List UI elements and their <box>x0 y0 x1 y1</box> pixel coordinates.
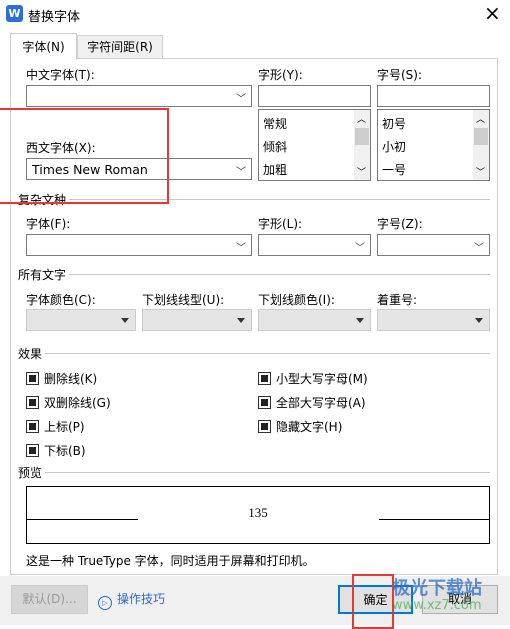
watermark-text: 极光下载站 <box>392 578 482 599</box>
highlight-box <box>0 108 169 204</box>
double-strikethrough-checkbox[interactable]: 双删除线(G) <box>26 394 111 411</box>
checkbox-label: 双删除线(G) <box>44 396 111 410</box>
hidden-text-checkbox[interactable]: 隐藏文字(H) <box>258 418 342 435</box>
underline-style-label: 下划线线型(U): <box>142 293 225 307</box>
font-color-combo[interactable] <box>26 309 136 331</box>
list-item[interactable]: 小初 <box>382 138 406 155</box>
checkbox-indeterminate-icon <box>258 396 271 409</box>
checkbox-indeterminate-icon <box>26 372 39 385</box>
font-color-label: 字体颜色(C): <box>26 293 96 307</box>
emphasis-combo[interactable] <box>377 309 490 331</box>
window-title: 替换字体 <box>28 10 81 25</box>
chevron-down-icon[interactable]: ﹀ <box>357 165 366 178</box>
complex-size-combo[interactable]: ﹀ <box>377 234 490 256</box>
checkbox-label: 全部大写字母(A) <box>276 396 366 410</box>
subscript-checkbox[interactable]: 下标(B) <box>26 442 86 459</box>
dropdown-arrow-icon <box>237 318 245 323</box>
strikethrough-checkbox[interactable]: 删除线(K) <box>26 370 97 387</box>
watermark: 极光下载站 www.xz7.com <box>392 574 482 613</box>
tab-label: 字符间距(R) <box>87 40 153 54</box>
tab-label: 字体(N) <box>22 40 65 54</box>
default-button[interactable]: 默认(D)... <box>11 585 88 614</box>
complex-font-label: 字体(F): <box>26 217 71 231</box>
underline-color-combo[interactable] <box>258 309 371 331</box>
complex-font-combo[interactable]: ﹀ <box>26 234 252 256</box>
highlight-box <box>352 574 394 629</box>
dropdown-arrow-icon <box>475 318 483 323</box>
small-caps-checkbox[interactable]: 小型大写字母(M) <box>258 370 368 387</box>
title-bar: W 替换字体 × <box>0 0 510 28</box>
preview-sample: 135 <box>248 505 268 520</box>
wps-writer-icon: W <box>6 5 23 22</box>
list-item[interactable]: 初号 <box>382 115 406 132</box>
chevron-up-icon[interactable]: ︿ <box>476 112 485 125</box>
tab-font[interactable]: 字体(N) <box>10 33 77 60</box>
style-label: 字形(Y): <box>258 68 303 82</box>
dropdown-arrow-icon <box>121 318 129 323</box>
checkbox-label: 上标(P) <box>44 420 85 434</box>
effects-group-label: 效果 <box>18 345 46 362</box>
chevron-down-icon: ﹀ <box>236 94 246 105</box>
complex-size-label: 字号(Z): <box>377 217 423 231</box>
play-circle-icon: ▷ <box>98 596 112 610</box>
complex-style-combo[interactable]: ﹀ <box>258 234 371 256</box>
superscript-checkbox[interactable]: 上标(P) <box>26 418 85 435</box>
checkbox-label: 小型大写字母(M) <box>276 372 368 386</box>
chevron-down-icon: ﹀ <box>474 243 484 254</box>
underline-color-label: 下划线颜色(I): <box>258 293 335 307</box>
chevron-up-icon[interactable]: ︿ <box>357 112 366 125</box>
preview-box: 135 <box>26 486 490 544</box>
chinese-font-label: 中文字体(T): <box>26 68 95 82</box>
list-item[interactable]: 一号 <box>382 161 406 178</box>
checkbox-label: 下标(B) <box>44 444 86 458</box>
tab-char-spacing[interactable]: 字符间距(R) <box>77 35 163 59</box>
chevron-down-icon: ﹀ <box>236 243 246 254</box>
dropdown-arrow-icon <box>356 318 364 323</box>
watermark-url: www.xz7.com <box>392 598 482 613</box>
divider <box>18 274 490 275</box>
all-text-group-label: 所有文字 <box>18 266 70 283</box>
button-label: 默认(D)... <box>22 592 77 606</box>
list-item[interactable]: 常规 <box>263 115 287 132</box>
checkbox-label: 删除线(K) <box>44 372 98 386</box>
chevron-down-icon: ﹀ <box>355 243 365 254</box>
link-label: 操作技巧 <box>117 592 166 606</box>
preview-group-label: 预览 <box>18 464 46 481</box>
emphasis-label: 着重号: <box>377 293 418 307</box>
checkbox-indeterminate-icon <box>26 420 39 433</box>
divider <box>18 472 490 473</box>
complex-style-label: 字形(L): <box>258 217 303 231</box>
tips-link[interactable]: ▷ 操作技巧 <box>98 590 165 610</box>
style-input[interactable] <box>258 85 371 107</box>
chinese-font-combo[interactable]: ﹀ <box>26 85 252 107</box>
scrollbar[interactable]: ︿ ﹀ <box>473 110 489 180</box>
scrollbar[interactable]: ︿ ﹀ <box>354 110 370 180</box>
font-type-note: 这是一种 TrueType 字体，同时适用于屏幕和打印机。 <box>26 554 315 568</box>
divider <box>18 353 490 354</box>
checkbox-label: 隐藏文字(H) <box>276 420 343 434</box>
style-list[interactable]: 常规 倾斜 加粗 ︿ ﹀ <box>258 109 371 181</box>
size-label: 字号(S): <box>377 68 423 82</box>
checkbox-indeterminate-icon <box>258 372 271 385</box>
checkbox-indeterminate-icon <box>258 420 271 433</box>
size-input[interactable] <box>377 85 490 107</box>
close-icon[interactable]: × <box>484 1 501 25</box>
checkbox-indeterminate-icon <box>26 396 39 409</box>
chevron-down-icon: ﹀ <box>236 167 246 178</box>
list-item[interactable]: 倾斜 <box>263 138 287 155</box>
size-list[interactable]: 初号 小初 一号 ︿ ﹀ <box>377 109 490 181</box>
all-caps-checkbox[interactable]: 全部大写字母(A) <box>258 394 366 411</box>
underline-style-combo[interactable] <box>142 309 252 331</box>
chevron-down-icon[interactable]: ﹀ <box>476 165 485 178</box>
checkbox-indeterminate-icon <box>26 444 39 457</box>
list-item[interactable]: 加粗 <box>263 161 287 178</box>
